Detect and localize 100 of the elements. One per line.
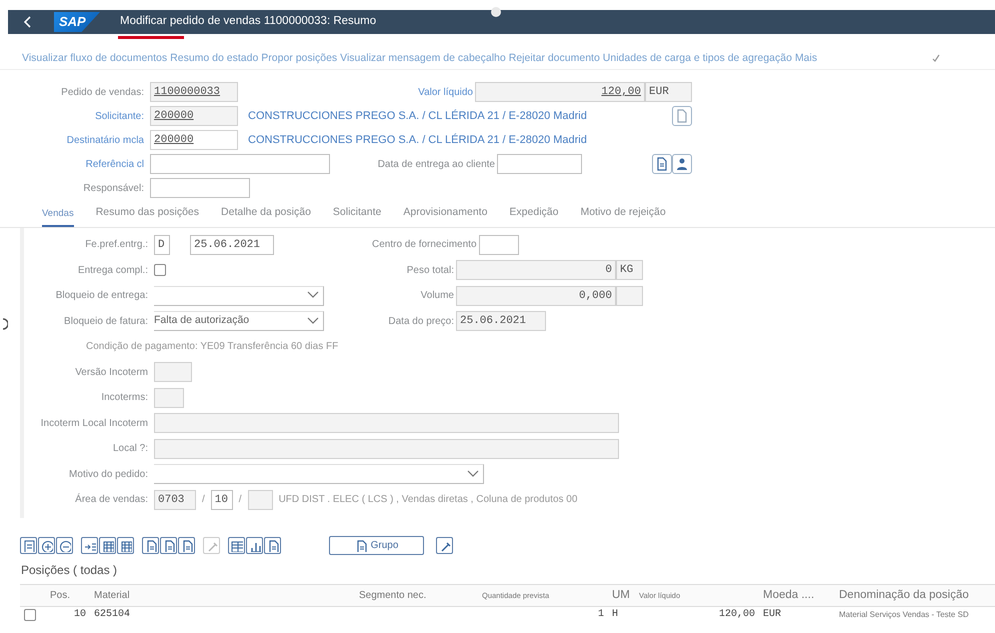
table-cell: Material Serviços Vendas - Teste SD bbox=[835, 606, 995, 622]
group-button[interactable]: Grupo bbox=[329, 536, 424, 555]
tab[interactable]: Resumo das posições bbox=[96, 205, 200, 227]
field-label: Entrega compl.: bbox=[76, 264, 148, 278]
field-label: Motivo do pedido: bbox=[68, 468, 148, 482]
toolbar-button[interactable] bbox=[117, 537, 134, 554]
chevron-down-icon bbox=[307, 291, 319, 300]
toolbar-button[interactable] bbox=[264, 537, 281, 554]
input-field[interactable] bbox=[154, 362, 192, 382]
input-field[interactable] bbox=[154, 388, 184, 408]
field-label: Volume bbox=[420, 289, 454, 304]
input-field[interactable] bbox=[154, 438, 619, 459]
column-header: Material bbox=[90, 584, 355, 606]
input-field[interactable]: 0,000 bbox=[456, 286, 616, 306]
customer-name: CONSTRUCCIONES PREGO S.A. / CL LÉRIDA 21 / E-28020 Madrid bbox=[248, 132, 587, 148]
table-icon bbox=[230, 540, 242, 552]
icon-button[interactable] bbox=[672, 154, 692, 174]
detail-icon bbox=[22, 540, 34, 552]
tab[interactable]: Vendas bbox=[42, 206, 74, 227]
toolbar-button[interactable] bbox=[81, 537, 98, 554]
add-icon bbox=[40, 540, 52, 552]
table-cell: 120,00 bbox=[635, 606, 759, 622]
input-field[interactable]: 200000 bbox=[150, 130, 238, 150]
input-field[interactable]: 200000 bbox=[150, 106, 238, 126]
input-field[interactable]: 120,00 bbox=[475, 82, 645, 102]
action-link[interactable]: Visualizar mensagem de cabeçalho bbox=[340, 50, 506, 66]
input-field[interactable] bbox=[150, 154, 330, 174]
field-label: Referência cl bbox=[84, 158, 144, 172]
toolbar-button[interactable] bbox=[178, 537, 195, 554]
input-field[interactable] bbox=[616, 286, 643, 306]
column-header: UM bbox=[608, 584, 635, 606]
input-field[interactable] bbox=[154, 413, 619, 434]
input-field[interactable]: 0703 bbox=[154, 490, 196, 510]
action-link[interactable]: Visualizar fluxo de documentos bbox=[22, 50, 168, 66]
dropdown[interactable]: Falta de autorização bbox=[154, 311, 324, 332]
document-icon bbox=[144, 540, 156, 552]
checkbox[interactable] bbox=[154, 264, 166, 276]
tool-button[interactable] bbox=[436, 537, 453, 554]
info-text: / bbox=[202, 493, 205, 508]
input-field[interactable]: 25.06.2021 bbox=[456, 311, 546, 332]
input-field[interactable] bbox=[497, 154, 582, 174]
tab[interactable]: Aprovisionamento bbox=[403, 205, 488, 227]
field-label: Peso total: bbox=[406, 264, 454, 278]
input-field[interactable]: D bbox=[154, 234, 170, 255]
field-label: Bloqueio de entrega: bbox=[54, 289, 148, 304]
section-title: Posições ( todas ) bbox=[20, 562, 118, 579]
document-icon bbox=[162, 540, 174, 552]
field-label: Centro de fornecimento bbox=[372, 238, 477, 252]
logo: SAP bbox=[54, 12, 100, 32]
table-cell: H bbox=[608, 606, 635, 622]
tab[interactable]: Motivo de rejeição bbox=[580, 205, 666, 227]
field-label: Pedido de vendas: bbox=[60, 86, 144, 100]
icon-button[interactable] bbox=[652, 154, 672, 174]
tab[interactable]: Solicitante bbox=[332, 205, 382, 227]
tab[interactable]: Detalhe da posição bbox=[221, 205, 311, 227]
action-link[interactable]: Propor posições bbox=[261, 50, 338, 66]
column-header: Segmento nec. bbox=[355, 584, 478, 606]
back-icon bbox=[24, 16, 32, 28]
table-cell: 1 bbox=[478, 606, 608, 622]
input-field[interactable]: KG bbox=[616, 260, 643, 280]
toolbar-button[interactable] bbox=[160, 537, 177, 554]
info-text: / bbox=[238, 493, 242, 508]
column-header: Moeda .... bbox=[759, 584, 835, 606]
toolbar-button[interactable] bbox=[20, 537, 37, 554]
toolbar-button[interactable] bbox=[38, 537, 55, 554]
action-link[interactable]: Rejeitar documento bbox=[508, 50, 600, 66]
row-checkbox[interactable] bbox=[24, 608, 36, 621]
input-field[interactable]: 1100000033 bbox=[150, 82, 238, 102]
input-field[interactable]: 10 bbox=[210, 490, 233, 510]
input-field[interactable]: 0 bbox=[456, 260, 616, 280]
action-link[interactable]: Unidades de carga e tipos de agregação bbox=[602, 50, 792, 66]
toolbar-button[interactable] bbox=[228, 537, 245, 554]
input-field[interactable] bbox=[150, 178, 250, 198]
field-label: Responsável: bbox=[82, 182, 144, 196]
window-title: Modificar pedido de vendas 1100000033: Resumo bbox=[120, 14, 376, 30]
check-icon bbox=[932, 54, 940, 62]
action-link[interactable]: Resumo do estado bbox=[170, 50, 258, 66]
table-cell: 10 bbox=[40, 606, 90, 622]
toolbar-button[interactable] bbox=[99, 537, 116, 554]
input-field[interactable] bbox=[478, 234, 519, 255]
column-header: Pos. bbox=[40, 584, 90, 606]
input-field[interactable]: 25.06.2021 bbox=[190, 234, 274, 255]
toolbar-button[interactable] bbox=[246, 537, 263, 554]
field-label: Área de vendas: bbox=[74, 492, 148, 508]
field-label: Incoterms: bbox=[100, 391, 148, 406]
input-field[interactable]: EUR bbox=[645, 82, 692, 102]
pull-handle-icon bbox=[490, 6, 502, 18]
field-label: Local ?: bbox=[112, 442, 148, 456]
document-icon bbox=[655, 157, 669, 171]
field-label: Bloqueio de fatura: bbox=[63, 314, 148, 329]
tab[interactable]: Expedição bbox=[509, 205, 558, 227]
customer-name: CONSTRUCCIONES PREGO S.A. / CL LÉRIDA 21 / E-28020 Madrid bbox=[248, 108, 587, 124]
input-field[interactable] bbox=[248, 490, 273, 510]
toolbar-button[interactable] bbox=[142, 537, 159, 554]
field-label: Data de entrega ao cliente bbox=[378, 158, 495, 172]
collapse-handle-icon bbox=[2, 318, 8, 330]
document-icon bbox=[266, 540, 278, 552]
action-link[interactable]: Mais bbox=[794, 50, 818, 66]
chevron-down-icon bbox=[467, 470, 479, 478]
toolbar-button[interactable] bbox=[56, 537, 73, 554]
